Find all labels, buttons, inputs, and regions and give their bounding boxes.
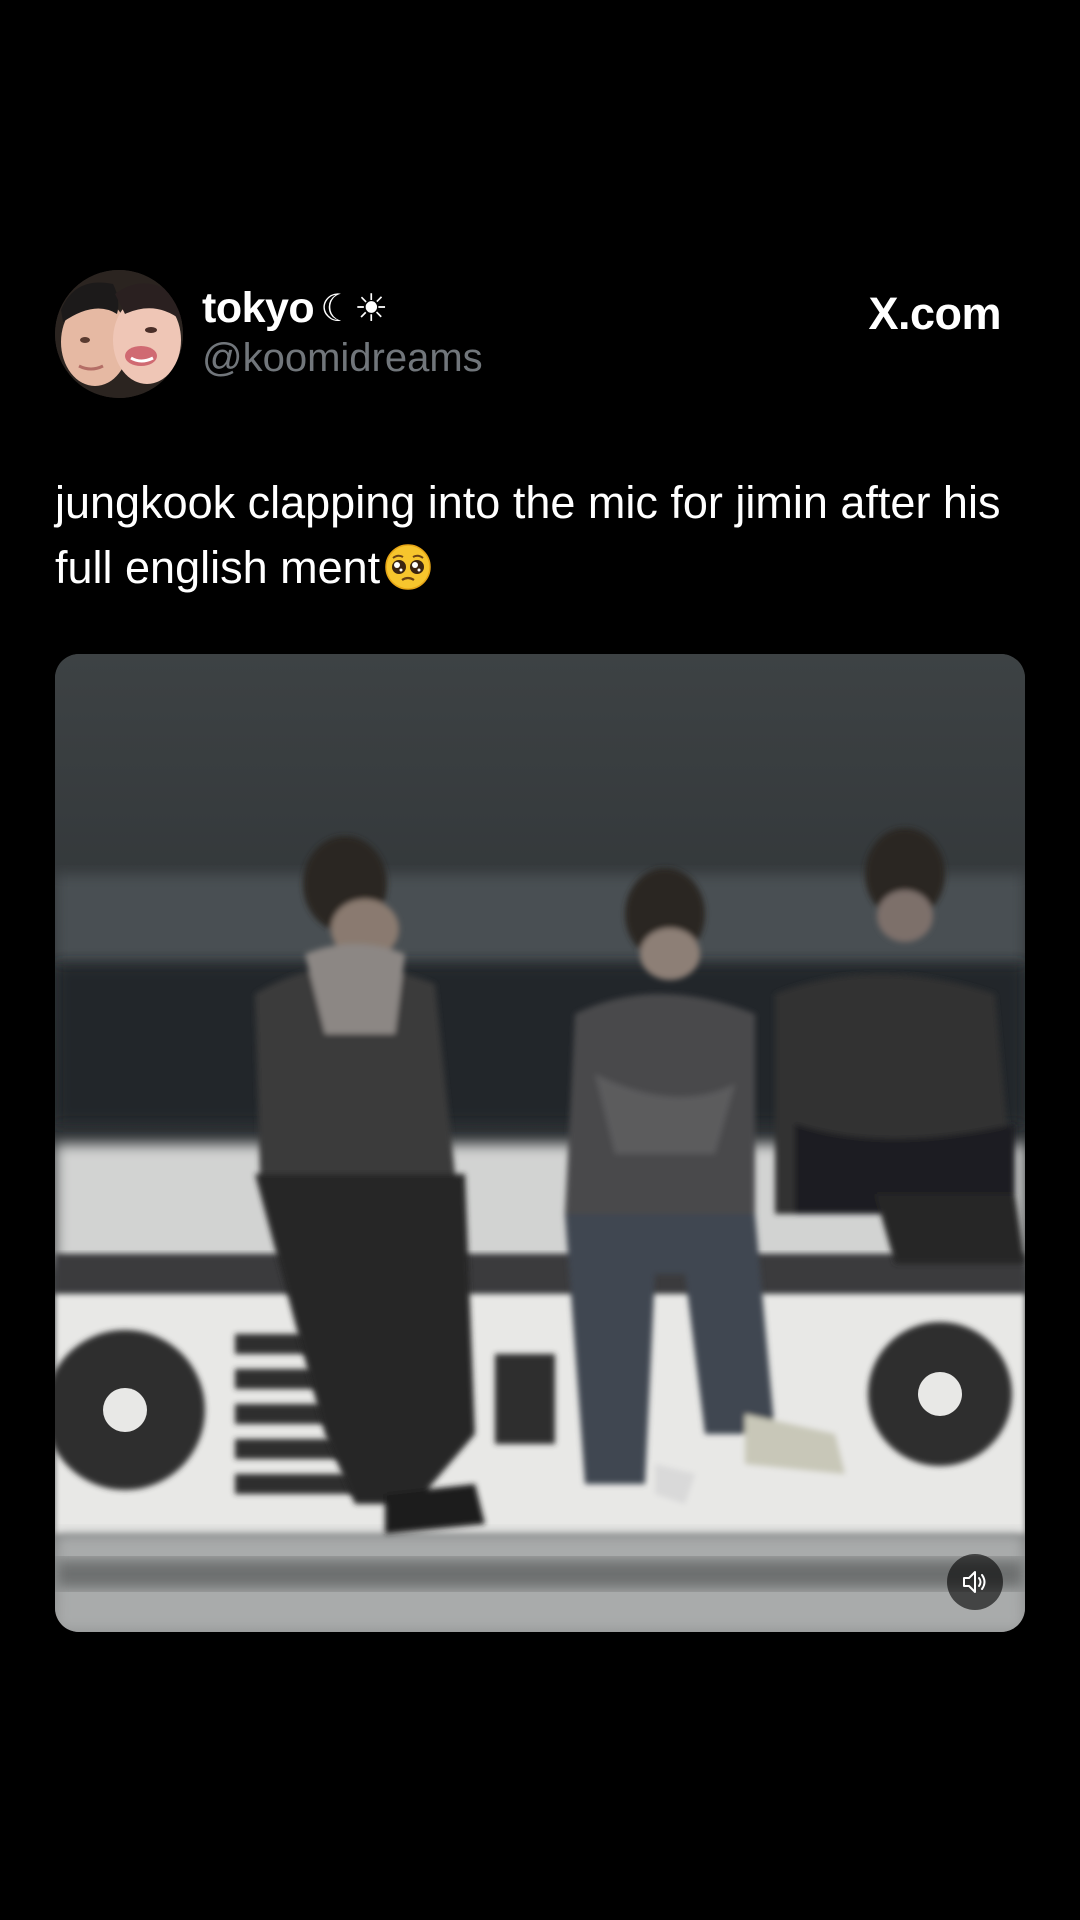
post-text-content: jungkook clapping into the mic for jimin… xyxy=(55,477,1001,593)
display-name-row: tokyo ☾☀ xyxy=(202,284,483,332)
tweet-header: tokyo ☾☀ @koomidreams X.com xyxy=(55,270,1025,400)
video-frame xyxy=(55,654,1025,1632)
moon-sun-icon: ☾☀ xyxy=(320,286,389,330)
user-handle[interactable]: @koomidreams xyxy=(202,336,483,381)
video-player[interactable] xyxy=(55,654,1025,1632)
display-name[interactable]: tokyo xyxy=(202,284,315,333)
author-identity: tokyo ☾☀ @koomidreams xyxy=(202,284,483,381)
site-label: X.com xyxy=(868,288,1001,339)
post-text: jungkook clapping into the mic for jimin… xyxy=(55,470,1035,600)
pleading-face-icon xyxy=(384,543,432,591)
avatar[interactable] xyxy=(55,270,183,398)
mute-toggle-button[interactable] xyxy=(947,1554,1003,1610)
speaker-icon xyxy=(963,1571,986,1593)
